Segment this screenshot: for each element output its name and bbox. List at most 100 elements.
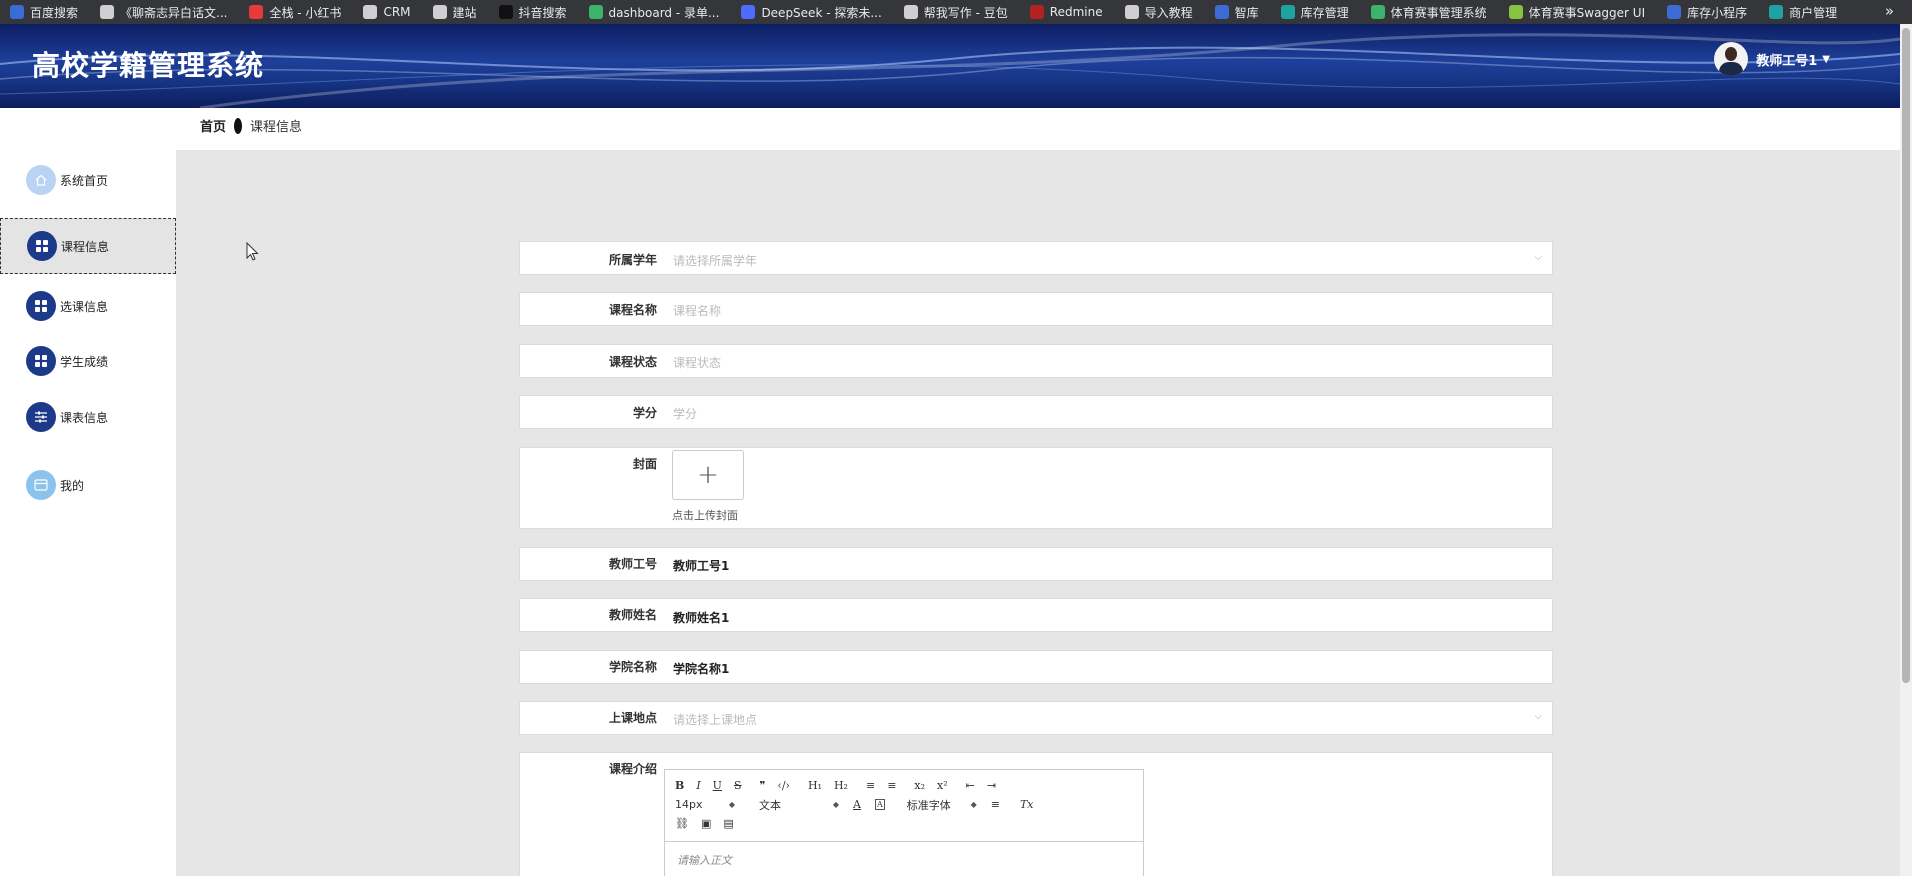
- video-button[interactable]: ▤: [723, 817, 733, 830]
- mouse-cursor-icon: [246, 242, 259, 261]
- subscript-button[interactable]: x₂: [914, 779, 925, 792]
- bookmark-item[interactable]: 《聊斋志异白话文...: [100, 0, 227, 24]
- grid-icon: [27, 231, 57, 261]
- bookmark-item[interactable]: 帮我写作 - 豆包: [903, 0, 1008, 24]
- course-name-label: 课程名称: [608, 303, 657, 317]
- bookmark-item[interactable]: 百度搜索: [10, 0, 78, 24]
- strikethrough-button[interactable]: S: [734, 779, 742, 792]
- bookmark-item[interactable]: 抖音搜索: [498, 0, 567, 24]
- bookmark-favicon-icon: [903, 5, 918, 19]
- format-value: 文本: [759, 798, 781, 812]
- sidebar-item-mine[interactable]: 我的: [0, 457, 176, 513]
- breadcrumb-home[interactable]: 首页: [200, 116, 226, 135]
- bookmark-item[interactable]: DeepSeek - 探索未...: [741, 0, 882, 24]
- cover-upload-button[interactable]: +: [672, 450, 744, 500]
- bookmark-label: CRM: [383, 5, 411, 19]
- bookmark-item[interactable]: 建站: [432, 0, 477, 24]
- editor-content-area[interactable]: 请输入正文: [665, 842, 1143, 876]
- sidebar-item-label: 选课信息: [60, 299, 109, 314]
- background-color-button[interactable]: A: [874, 799, 885, 810]
- form-row-course-status: 课程状态 课程状态: [519, 344, 1553, 378]
- sidebar-item-timetable[interactable]: 课表信息: [0, 389, 176, 445]
- plus-icon: +: [697, 460, 719, 490]
- course-status-input[interactable]: 课程状态: [673, 354, 721, 371]
- teacher-name-input[interactable]: 教师姓名1: [673, 609, 729, 626]
- bookmark-label: 体育赛事Swagger UI: [1528, 5, 1646, 20]
- bookmark-item[interactable]: CRM: [363, 0, 411, 24]
- ordered-list-button[interactable]: ≡: [866, 779, 875, 792]
- scrollbar-thumb[interactable]: [1902, 28, 1910, 683]
- text-color-button[interactable]: A: [853, 798, 861, 811]
- bookmark-item[interactable]: 商户管理: [1769, 0, 1837, 24]
- bullet-list-button[interactable]: ≡: [887, 779, 896, 792]
- bookmark-item[interactable]: 导入教程: [1124, 0, 1193, 24]
- header2-button[interactable]: H₂: [834, 779, 848, 792]
- bookmark-item[interactable]: 全栈 - 小红书: [249, 0, 341, 24]
- bookmark-label: 智库: [1234, 5, 1259, 20]
- bookmark-item[interactable]: 智库: [1214, 0, 1259, 24]
- form-row-cover: 封面 + 点击上传封面: [519, 447, 1553, 529]
- bookmark-item[interactable]: 库存管理: [1280, 0, 1349, 24]
- sidebar-item-course-info[interactable]: 课程信息: [0, 218, 176, 274]
- card-icon: [26, 470, 56, 500]
- form-row-course-name: 课程名称 课程名称: [519, 292, 1553, 326]
- chevron-down-icon[interactable]: ⌵: [1534, 711, 1542, 722]
- sidebar-item-home[interactable]: 系统首页: [0, 152, 176, 208]
- sidebar: 系统首页 课程信息 选课信息 学生成绩 课表信息 我的: [0, 150, 176, 876]
- bookmark-label: 体育赛事管理系统: [1390, 5, 1487, 20]
- location-select[interactable]: 请选择上课地点: [673, 711, 757, 728]
- bookmark-item[interactable]: 库存小程序: [1667, 0, 1747, 24]
- credit-input[interactable]: 学分: [673, 405, 697, 422]
- bookmark-favicon-icon: [1370, 5, 1385, 19]
- font-size-value: 14px: [675, 798, 703, 811]
- teacher-id-label: 教师工号: [608, 557, 657, 571]
- app-header: 高校学籍管理系统 教师工号1 ▼: [0, 24, 1900, 108]
- font-family-select[interactable]: 标准字体 ◆: [907, 797, 977, 813]
- user-menu[interactable]: 教师工号1 ▼: [1714, 42, 1830, 76]
- bookmark-favicon-icon: [741, 5, 756, 19]
- blockquote-button[interactable]: ❞: [760, 779, 766, 792]
- link-button[interactable]: ⛓: [675, 817, 689, 830]
- course-name-input[interactable]: 课程名称: [673, 302, 721, 319]
- sidebar-item-student-scores[interactable]: 学生成绩: [0, 333, 176, 389]
- image-button[interactable]: ▣: [701, 817, 711, 830]
- bookmark-label: 建站: [452, 5, 477, 20]
- form-row-teacher-name: 教师姓名 教师姓名1: [519, 598, 1553, 632]
- sidebar-item-label: 课表信息: [60, 410, 109, 425]
- chevron-down-icon[interactable]: ⌵: [1534, 252, 1542, 263]
- bookmark-item[interactable]: dashboard - 录单...: [588, 0, 720, 24]
- bookmark-favicon-icon: [10, 5, 24, 19]
- bookmarks-more-button[interactable]: »: [1885, 0, 1894, 22]
- format-select[interactable]: 文本 ◆: [759, 797, 839, 813]
- header1-button[interactable]: H₁: [808, 779, 822, 792]
- bookmark-label: Redmine: [1049, 5, 1103, 19]
- bold-button[interactable]: B: [675, 779, 684, 792]
- bookmark-item[interactable]: 体育赛事Swagger UI: [1508, 0, 1646, 24]
- bookmark-label: 商户管理: [1789, 5, 1838, 20]
- chevron-down-icon: ▼: [1822, 53, 1830, 65]
- bookmark-favicon-icon: [100, 5, 115, 19]
- sidebar-item-label: 系统首页: [60, 173, 109, 188]
- college-label: 学院名称: [608, 660, 657, 674]
- teacher-name-label: 教师姓名: [608, 608, 657, 622]
- code-block-button[interactable]: ‹/›: [777, 779, 790, 792]
- bookmark-label: 全栈 - 小红书: [269, 5, 342, 20]
- college-input[interactable]: 学院名称1: [673, 660, 729, 677]
- superscript-button[interactable]: x²: [937, 779, 948, 792]
- underline-button[interactable]: U: [713, 779, 722, 792]
- location-label: 上课地点: [608, 711, 657, 725]
- clean-format-button[interactable]: Tx: [1020, 798, 1034, 811]
- italic-button[interactable]: I: [696, 779, 700, 792]
- teacher-id-input[interactable]: 教师工号1: [673, 557, 729, 574]
- sidebar-item-course-selection[interactable]: 选课信息: [0, 278, 176, 334]
- bookmark-item[interactable]: 体育赛事管理系统: [1370, 0, 1487, 24]
- year-select[interactable]: 请选择所属学年: [673, 252, 757, 269]
- bookmark-item[interactable]: Redmine: [1029, 0, 1103, 24]
- cover-upload-tip: 点击上传封面: [672, 509, 738, 522]
- indent-button[interactable]: ⇥: [987, 779, 996, 792]
- align-button[interactable]: ≡: [991, 798, 1000, 811]
- select-arrow-icon: ◆: [832, 800, 839, 809]
- font-size-select[interactable]: 14px ◆: [675, 798, 735, 811]
- bookmark-label: dashboard - 录单...: [608, 5, 720, 20]
- outdent-button[interactable]: ⇤: [966, 779, 975, 792]
